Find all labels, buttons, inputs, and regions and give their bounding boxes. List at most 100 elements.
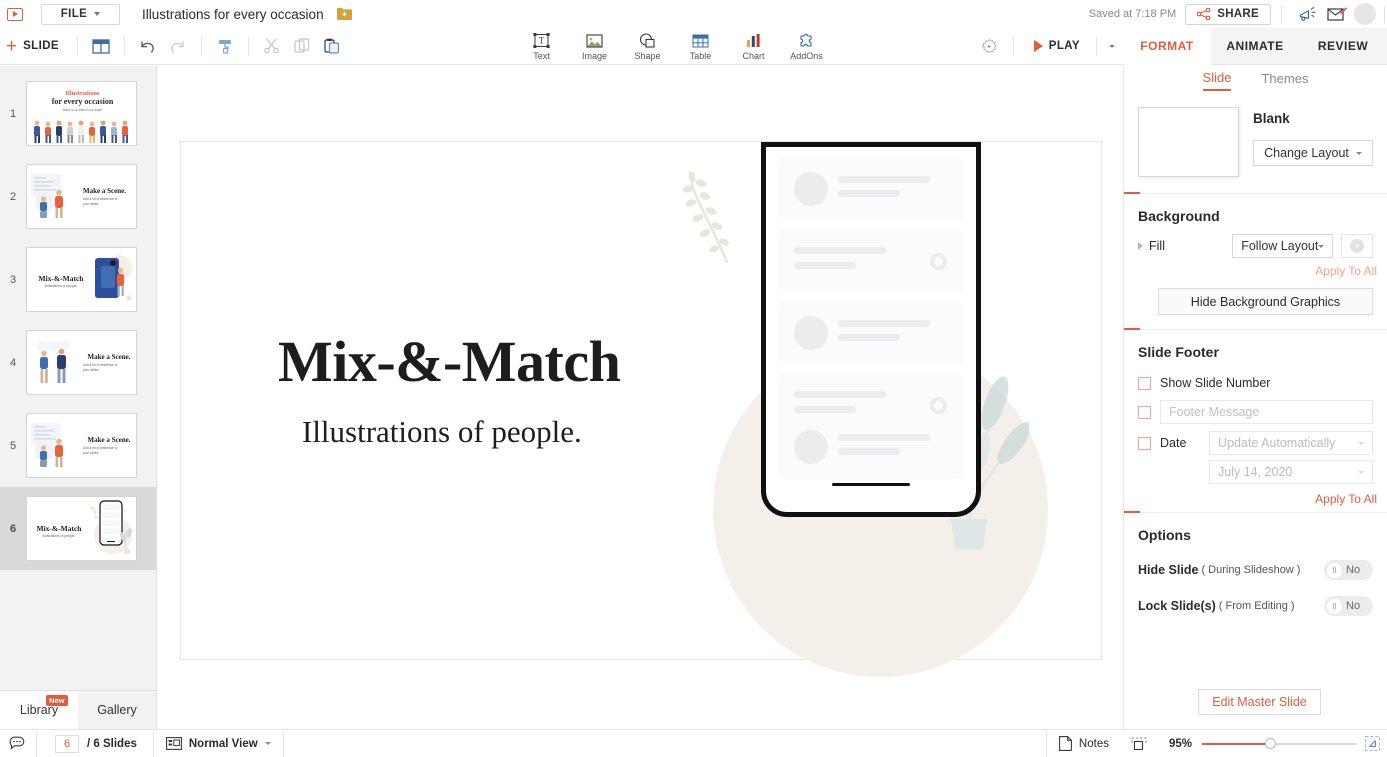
notes-button[interactable]: Notes xyxy=(1047,736,1121,751)
footer-message-input[interactable]: Footer Message xyxy=(1160,400,1373,424)
document-title[interactable]: Illustrations for every occasion xyxy=(142,7,324,22)
date-mode-select[interactable]: Update Automatically xyxy=(1209,431,1373,455)
date-value-select[interactable]: July 14, 2020 xyxy=(1209,460,1373,484)
insert-addons-label: AddOns xyxy=(790,50,823,61)
chevron-down-icon xyxy=(1355,151,1362,155)
footer-message-checkbox[interactable] xyxy=(1138,405,1151,419)
hide-slide-toggle[interactable]: No xyxy=(1324,560,1373,580)
current-page-input[interactable]: 6 xyxy=(55,734,79,753)
tab-library[interactable]: Library New xyxy=(0,691,78,729)
slide-canvas-area[interactable]: Mix-&-Match Illustrations of people. xyxy=(157,66,1123,729)
redo-icon xyxy=(163,28,193,65)
library-gallery-tabs: Library New Gallery xyxy=(0,690,157,729)
zoom-slider[interactable] xyxy=(1202,737,1357,751)
slide-thumbnail-3[interactable]: 3 Mix-&-Match Illustrations of people. xyxy=(0,238,156,321)
layout-preview[interactable] xyxy=(1138,107,1239,177)
text-line xyxy=(838,176,930,183)
chart-icon xyxy=(746,33,760,47)
fit-slide-icon[interactable] xyxy=(1121,730,1157,757)
notes-label: Notes xyxy=(1078,737,1109,750)
format-slide-panel: Slide Themes Blank Change Layout Backgro… xyxy=(1123,65,1387,729)
insert-chart-button[interactable]: Chart xyxy=(727,28,780,65)
zoom-handle[interactable] xyxy=(1265,738,1276,749)
insert-shape-button[interactable]: Shape xyxy=(621,28,674,65)
share-button[interactable]: SHARE xyxy=(1185,3,1271,25)
show-slide-number-checkbox[interactable] xyxy=(1138,376,1151,390)
footer-apply-to-all[interactable]: Apply To All xyxy=(1124,486,1387,512)
scene-two-illustration xyxy=(37,340,70,383)
slide-number: 5 xyxy=(9,439,17,452)
insert-image-button[interactable]: Image xyxy=(568,28,621,65)
tab-format[interactable]: FORMAT xyxy=(1123,28,1211,65)
expand-triangle-icon[interactable] xyxy=(1138,242,1143,250)
fill-value: Follow Layout xyxy=(1241,239,1319,253)
slide-thumbnail-6[interactable]: 6 Mix-&-Match Illustrations of people. xyxy=(0,487,156,570)
play-button[interactable]: PLAY xyxy=(1022,28,1092,65)
comments-icon[interactable] xyxy=(0,730,36,757)
divider xyxy=(247,36,249,56)
background-apply-to-all[interactable]: Apply To All xyxy=(1124,258,1387,284)
fill-select[interactable]: Follow Layout xyxy=(1232,234,1334,258)
slide-subtitle-text[interactable]: Illustrations of people. xyxy=(302,414,582,450)
text-line xyxy=(794,247,886,254)
tab-review[interactable]: REVIEW xyxy=(1299,28,1387,65)
footer-message-row[interactable]: Footer Message xyxy=(1124,396,1387,428)
options-section: Options Hide Slide ( During Slideshow ) … xyxy=(1124,513,1387,623)
thumb-scene-title: Make a Scene. xyxy=(83,187,126,195)
feedback-icon[interactable] xyxy=(1322,0,1352,28)
announcements-icon[interactable] xyxy=(1292,0,1322,28)
undo-icon[interactable] xyxy=(133,28,163,65)
right-ribbon-tabs: FORMAT ANIMATE REVIEW xyxy=(1123,28,1387,65)
slide-thumbnail-preview: Make a Scene. Add a bit of ambience to y… xyxy=(26,330,137,395)
hide-background-graphics-button[interactable]: Hide Background Graphics xyxy=(1158,288,1373,315)
date-value-row[interactable]: July 14, 2020 xyxy=(1124,458,1387,486)
change-layout-button[interactable]: Change Layout xyxy=(1253,140,1373,166)
background-heading: Background xyxy=(1138,208,1220,224)
status-bar: 6 / 6 Slides Normal View Notes 95% xyxy=(0,729,1387,757)
tab-gallery[interactable]: Gallery xyxy=(78,691,156,729)
help-icon[interactable] xyxy=(975,28,1005,65)
paste-icon[interactable] xyxy=(317,28,347,65)
edit-master-slide-button[interactable]: Edit Master Slide xyxy=(1198,689,1321,715)
file-menu-label: FILE xyxy=(60,8,88,20)
slide-thumbnail-5[interactable]: 5 Make a Scene. Add a bit of ambience to… xyxy=(0,404,156,487)
add-slide-button[interactable]: + SLIDE xyxy=(0,28,69,65)
slide-thumbnail-panel[interactable]: 1 Illustrations for every occasion Make … xyxy=(0,66,157,690)
slide-footer-section: Slide Footer Show Slide Number Footer Me… xyxy=(1124,330,1387,513)
home-indicator xyxy=(832,483,910,486)
slide-footer-heading: Slide Footer xyxy=(1138,344,1219,360)
subtab-slide[interactable]: Slide xyxy=(1202,70,1232,91)
play-options-chevron-icon[interactable] xyxy=(1101,28,1123,65)
folder-icon[interactable] xyxy=(336,7,352,22)
fit-to-window-icon[interactable] xyxy=(1357,730,1387,757)
insert-table-button[interactable]: Table xyxy=(674,28,727,65)
format-painter-icon[interactable] xyxy=(210,28,240,65)
subtab-themes[interactable]: Themes xyxy=(1261,71,1308,90)
show-slide-number-row[interactable]: Show Slide Number xyxy=(1124,370,1387,396)
toggle-knob xyxy=(1327,598,1342,614)
date-checkbox[interactable] xyxy=(1138,436,1151,450)
file-menu-button[interactable]: FILE xyxy=(41,3,120,25)
chevron-down-icon xyxy=(1358,441,1364,445)
user-avatar[interactable] xyxy=(1354,3,1376,25)
thumb-cover-line2: for every occasion xyxy=(51,97,114,106)
text-line xyxy=(838,320,930,327)
layout-icon[interactable] xyxy=(86,28,116,65)
phone-list-item xyxy=(778,415,964,479)
phone-illustration[interactable] xyxy=(671,142,1071,677)
lock-slide-toggle[interactable]: No xyxy=(1324,596,1373,616)
slide-thumbnail-preview: Illustrations for every occasion Make yo… xyxy=(26,81,137,146)
insert-addons-button[interactable]: AddOns xyxy=(780,28,833,65)
view-mode-selector[interactable]: Normal View xyxy=(154,737,283,750)
active-slide[interactable]: Mix-&-Match Illustrations of people. xyxy=(180,141,1102,677)
slide-thumbnail-4[interactable]: 4 Make a Scene. Add a bit of ambience to… xyxy=(0,321,156,404)
tab-animate[interactable]: ANIMATE xyxy=(1211,28,1299,65)
slide-thumbnail-2[interactable]: 2 Make a Scene. Add a bit of ambience to… xyxy=(0,155,156,238)
slide-title-text[interactable]: Mix-&-Match xyxy=(278,328,698,395)
fill-color-swatch[interactable] xyxy=(1341,234,1373,258)
app-logo-icon[interactable] xyxy=(0,0,30,28)
thumb-scene-sub: Add a bit of ambience to your slides. xyxy=(83,363,118,372)
date-row[interactable]: Date Update Automatically xyxy=(1124,428,1387,458)
insert-text-button[interactable]: T Text xyxy=(515,28,568,65)
slide-thumbnail-1[interactable]: 1 Illustrations for every occasion Make … xyxy=(0,72,156,155)
